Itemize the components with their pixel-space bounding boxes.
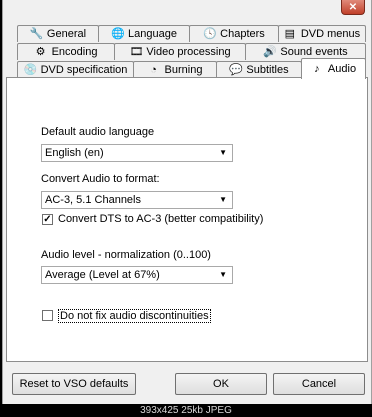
- audio-level-label: Audio level - normalization (0..100): [41, 249, 211, 261]
- film-icon: 🎞: [129, 46, 144, 58]
- tab-language[interactable]: 🌐 Language: [98, 25, 190, 42]
- audio-level-select[interactable]: Average (Level at 67%) ▼: [41, 266, 233, 284]
- convert-audio-select[interactable]: AC-3, 5.1 Channels ▼: [41, 191, 233, 209]
- menu-icon: ▤: [284, 28, 296, 40]
- tab-video-processing[interactable]: 🎞 Video processing: [114, 43, 246, 60]
- dialog-window: ✕ 🔧 General 🌐 Language 🕓 Chapters ▤ DVD menu…: [2, 0, 372, 404]
- default-audio-language-label: Default audio language: [41, 126, 155, 138]
- sound-icon: 🔊: [263, 46, 278, 58]
- tab-audio[interactable]: ♪ Audio: [301, 58, 366, 79]
- globe-icon: 🌐: [111, 28, 125, 40]
- tab-dvd-specification[interactable]: 💿 DVD specification: [17, 61, 134, 78]
- chevron-down-icon: ▼: [219, 195, 227, 204]
- convert-dts-label: Convert DTS to AC-3 (better compatibilit…: [58, 213, 264, 225]
- chevron-down-icon: ▼: [219, 270, 227, 279]
- default-audio-language-value: English (en): [45, 147, 104, 159]
- convert-dts-checkbox[interactable]: ✓: [42, 214, 53, 225]
- wrench-icon: 🔧: [29, 28, 44, 40]
- tab-subtitles[interactable]: 💬 Subtitles: [216, 61, 302, 78]
- burn-icon: ◔: [150, 64, 157, 76]
- subtitle-icon: 💬: [229, 64, 244, 76]
- reset-defaults-button[interactable]: Reset to VSO defaults: [12, 373, 136, 395]
- default-audio-language-select[interactable]: English (en) ▼: [41, 144, 233, 162]
- disc-icon: 💿: [23, 64, 38, 76]
- tab-chapters[interactable]: 🕓 Chapters: [189, 25, 279, 42]
- tab-burning[interactable]: ◔ Burning: [133, 61, 217, 78]
- tab-dvd-menus[interactable]: ▤ DVD menus: [278, 25, 366, 42]
- chevron-down-icon: ▼: [219, 148, 227, 157]
- audio-level-value: Average (Level at 67%): [45, 269, 160, 281]
- no-fix-discontinuities-checkbox[interactable]: [42, 310, 53, 321]
- convert-audio-label: Convert Audio to format:: [41, 173, 160, 185]
- gear-icon: ⚙: [35, 46, 46, 58]
- convert-audio-value: AC-3, 5.1 Channels: [45, 194, 141, 206]
- music-note-icon: ♪: [314, 63, 320, 75]
- tab-general[interactable]: 🔧 General: [17, 25, 99, 42]
- cancel-button[interactable]: Cancel: [273, 373, 365, 395]
- ok-button[interactable]: OK: [175, 373, 267, 395]
- audio-settings-panel: Default audio language English (en) ▼ Co…: [6, 77, 368, 362]
- clock-icon: 🕓: [203, 28, 217, 40]
- tab-encoding[interactable]: ⚙ Encoding: [17, 43, 115, 60]
- close-button[interactable]: ✕: [341, 0, 365, 15]
- close-icon: ✕: [348, 1, 358, 13]
- image-caption: 393x425 25kb JPEG: [0, 404, 372, 417]
- no-fix-discontinuities-label: Do not fix audio discontinuities: [58, 309, 211, 323]
